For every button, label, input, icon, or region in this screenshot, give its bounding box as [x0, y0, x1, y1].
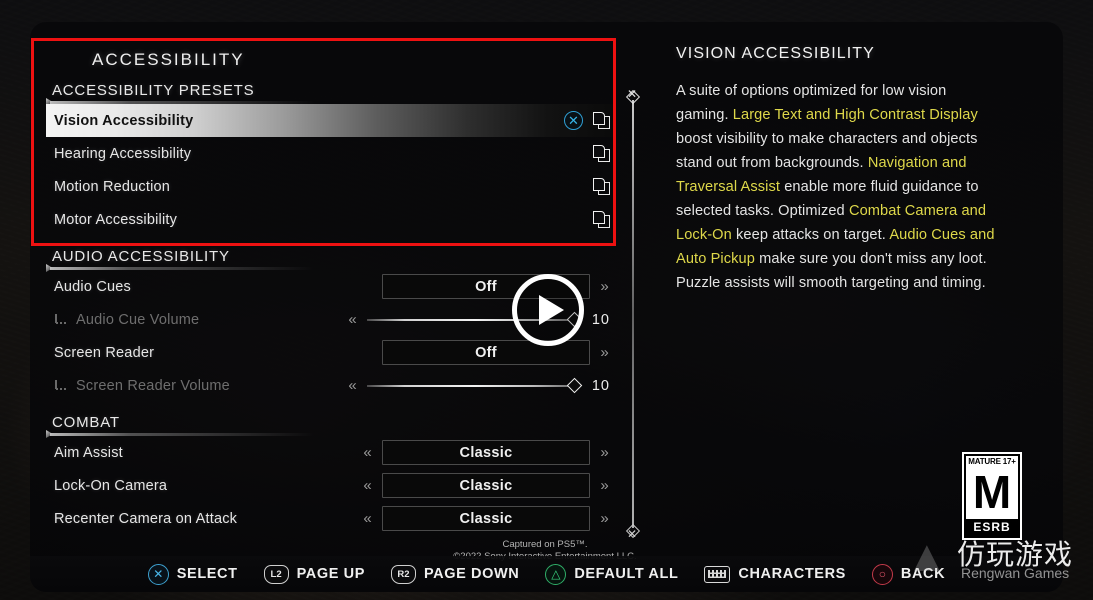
row-label: Motor Accessibility	[54, 211, 178, 228]
description-text-6: keep attacks on target.	[731, 227, 890, 243]
r2-trigger-icon: R2	[390, 564, 416, 584]
slider-value: 10	[591, 377, 610, 394]
esrb-top-label: MATURE 17+	[968, 457, 1016, 466]
description-panel: VISION ACCESSIBILITY A suite of options …	[676, 45, 996, 295]
hint-label: SELECT	[176, 566, 238, 582]
hint-page-up[interactable]: L2 PAGE UP	[263, 564, 365, 584]
stacked-pages-icon[interactable]	[593, 145, 610, 162]
chevron-left-icon[interactable]: «	[362, 445, 373, 460]
hint-page-down[interactable]: R2 PAGE DOWN	[390, 564, 520, 584]
hint-label: PAGE UP	[296, 566, 365, 582]
option-value[interactable]: Classic	[382, 440, 590, 465]
description-highlight-1: Large Text and High Contrast Display	[732, 107, 978, 123]
option-selector: « Classic »	[362, 506, 610, 531]
page-title: ACCESSIBILITY	[92, 50, 245, 69]
esrb-bottom-label: ESRB	[966, 519, 1018, 536]
hint-select[interactable]: ✕ SELECT	[147, 563, 238, 585]
triangle-button-icon: △	[545, 563, 567, 585]
option-selector: « Classic »	[362, 440, 610, 465]
cross-button-icon: ✕	[147, 563, 169, 585]
section-header-presets: ACCESSIBILITY PRESETS	[52, 82, 255, 99]
button-hint-bar: ✕ SELECT L2 PAGE UP R2 PAGE DOWN △ DEFAU…	[30, 556, 1063, 592]
row-label: Screen Reader Volume	[54, 378, 230, 394]
chevron-right-icon[interactable]: »	[599, 478, 610, 493]
setting-row-lock-on-camera[interactable]: Lock-On Camera « Classic »	[46, 469, 616, 502]
esrb-letter: M	[972, 466, 1012, 519]
play-icon[interactable]	[512, 274, 584, 346]
option-value[interactable]: Classic	[382, 473, 590, 498]
section-header-combat: COMBAT	[52, 414, 120, 431]
row-label: Audio Cues	[54, 278, 131, 295]
chevron-left-icon[interactable]: «	[347, 312, 358, 327]
setting-row-screen-reader-volume[interactable]: Screen Reader Volume « 10	[46, 369, 616, 402]
game-accessibility-menu-screen: ACCESSIBILITY ACCESSIBILITY PRESETS Visi…	[0, 0, 1093, 600]
scrollbar-track[interactable]	[632, 100, 634, 528]
list-item-motor-accessibility[interactable]: Motor Accessibility	[46, 203, 616, 236]
stacked-pages-icon[interactable]	[593, 211, 610, 228]
setting-row-aim-assist[interactable]: Aim Assist « Classic »	[46, 436, 616, 469]
l2-trigger-icon: L2	[263, 564, 289, 584]
vertical-scrollbar[interactable]: ✕ ✕	[625, 88, 641, 540]
chevron-right-icon[interactable]: »	[599, 345, 610, 360]
option-selector: « Classic »	[362, 473, 610, 498]
stacked-pages-icon[interactable]	[593, 112, 610, 129]
list-item-vision-accessibility[interactable]: Vision Accessibility ✕	[46, 104, 616, 137]
row-label-text: Audio Cue Volume	[76, 311, 200, 328]
row-actions	[593, 178, 610, 195]
row-label: Motion Reduction	[54, 178, 171, 195]
chevron-right-icon[interactable]: »	[599, 445, 610, 460]
sub-item-indent-icon	[54, 379, 70, 392]
keyboard-icon	[704, 565, 731, 583]
hint-default-all[interactable]: △ DEFAULT ALL	[545, 563, 679, 585]
stacked-pages-icon[interactable]	[593, 178, 610, 195]
section-header-audio: AUDIO ACCESSIBILITY	[52, 248, 230, 265]
hint-label: DEFAULT ALL	[574, 566, 679, 582]
row-label-text: Screen Reader Volume	[76, 377, 230, 394]
row-label: Recenter Camera on Attack	[54, 510, 238, 527]
list-item-motion-reduction[interactable]: Motion Reduction	[46, 170, 616, 203]
chevron-right-icon[interactable]: »	[599, 279, 610, 294]
hint-back[interactable]: ○ BACK	[871, 563, 946, 585]
chevron-left-icon[interactable]: «	[362, 511, 373, 526]
description-body: A suite of options optimized for low vis…	[676, 79, 996, 295]
circle-button-icon: ○	[871, 563, 893, 585]
hint-characters[interactable]: CHARACTERS	[704, 565, 846, 583]
hint-label: BACK	[900, 566, 946, 582]
option-selector: Off »	[362, 340, 610, 365]
chevron-left-icon[interactable]: «	[362, 478, 373, 493]
row-label: Lock-On Camera	[54, 477, 168, 494]
sub-item-indent-icon	[54, 313, 70, 326]
row-actions	[593, 145, 610, 162]
row-label: Audio Cue Volume	[54, 312, 199, 328]
slider-control: « 10	[347, 378, 610, 394]
capture-notice-line1: Captured on PS5™.	[502, 539, 588, 550]
chevron-right-icon[interactable]: »	[599, 511, 610, 526]
row-actions	[593, 211, 610, 228]
row-label: Screen Reader	[54, 344, 155, 361]
description-title: VISION ACCESSIBILITY	[676, 45, 875, 62]
slider-track[interactable]	[367, 377, 583, 394]
row-label: Aim Assist	[54, 444, 123, 461]
setting-row-recenter-camera-on-attack[interactable]: Recenter Camera on Attack « Classic »	[46, 502, 616, 535]
hint-label: CHARACTERS	[738, 566, 846, 582]
slider-value: 10	[591, 311, 610, 328]
hint-label: PAGE DOWN	[423, 566, 520, 582]
slider-handle[interactable]	[566, 377, 583, 394]
option-value[interactable]: Classic	[382, 506, 590, 531]
row-label: Vision Accessibility	[54, 112, 194, 129]
row-actions: ✕	[564, 111, 610, 130]
cross-button-icon[interactable]: ✕	[564, 111, 583, 130]
esrb-rating-badge: MATURE 17+ M ESRB	[962, 452, 1022, 540]
row-label: Hearing Accessibility	[54, 145, 192, 162]
list-item-hearing-accessibility[interactable]: Hearing Accessibility	[46, 137, 616, 170]
chevron-left-icon[interactable]: «	[347, 378, 358, 393]
